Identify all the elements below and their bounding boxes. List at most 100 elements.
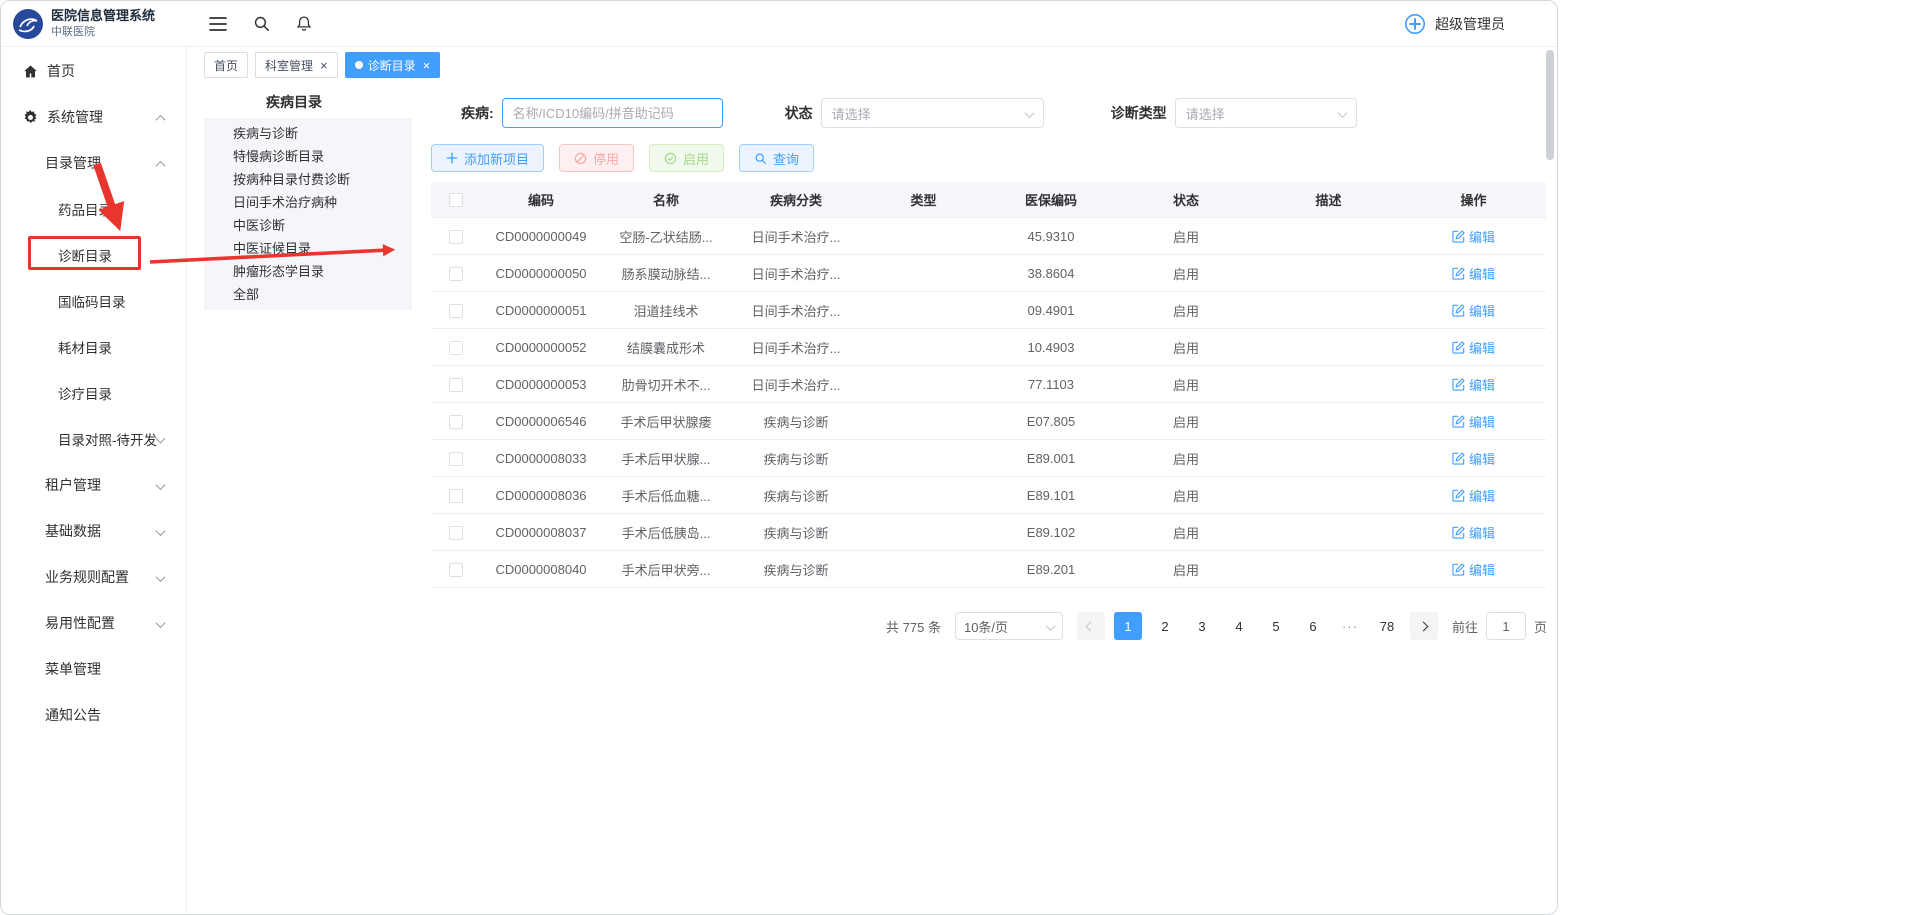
- enable-button[interactable]: 启用: [649, 144, 724, 172]
- disable-button[interactable]: 停用: [559, 144, 634, 172]
- page-number[interactable]: ···: [1336, 612, 1364, 640]
- query-button[interactable]: 查询: [739, 144, 814, 172]
- row-checkbox[interactable]: [449, 378, 463, 392]
- search-icon[interactable]: [253, 15, 270, 32]
- view-tab[interactable]: 诊断目录 ×: [345, 52, 441, 78]
- page-number[interactable]: 5: [1262, 612, 1290, 640]
- table-row: CD0000008033 手术后甲状腺... 疾病与诊断 E89.001 启用: [431, 440, 1546, 477]
- sidebar-item[interactable]: 诊疗目录: [1, 370, 186, 416]
- cell-name: 空肠-乙状结肠...: [601, 227, 731, 246]
- sidebar-item[interactable]: 国临码目录: [1, 278, 186, 324]
- disease-search-input[interactable]: [502, 98, 723, 128]
- row-checkbox[interactable]: [449, 230, 463, 244]
- page-size-select[interactable]: 10条/页: [955, 612, 1063, 640]
- sidebar-item[interactable]: 基础数据: [1, 508, 186, 554]
- sidebar-item[interactable]: 目录对照-待开发: [1, 416, 186, 462]
- catalog-list-item[interactable]: 中医诊断: [204, 214, 412, 237]
- row-checkbox[interactable]: [449, 489, 463, 503]
- diagnosis-type-select[interactable]: 请选择: [1175, 98, 1357, 128]
- sidebar-item[interactable]: 诊断目录: [1, 232, 186, 278]
- catalog-list-item[interactable]: 疾病与诊断: [204, 122, 412, 145]
- edit-label: 编辑: [1469, 449, 1495, 468]
- close-icon[interactable]: ×: [320, 59, 328, 72]
- sidebar-item[interactable]: 菜单管理: [1, 646, 186, 692]
- catalog-list-item[interactable]: 日间手术治疗病种: [204, 191, 412, 214]
- sidebar-item[interactable]: 首页: [1, 48, 186, 94]
- bell-icon[interactable]: [296, 15, 312, 32]
- prev-page-button[interactable]: [1077, 612, 1105, 640]
- edit-button[interactable]: 编辑: [1452, 560, 1495, 579]
- sidebar-item[interactable]: 租户管理: [1, 462, 186, 508]
- edit-button[interactable]: 编辑: [1452, 523, 1495, 542]
- cell-name: 肠系膜动脉结...: [601, 264, 731, 283]
- page-number[interactable]: 6: [1299, 612, 1327, 640]
- sidebar-item[interactable]: 系统管理: [1, 94, 186, 140]
- catalog-list-item[interactable]: 肿瘤形态学目录: [204, 260, 412, 283]
- sidebar-item[interactable]: 耗材目录: [1, 324, 186, 370]
- col-header-status: 状态: [1116, 190, 1256, 209]
- edit-icon: [1452, 415, 1465, 428]
- page-number[interactable]: 2: [1151, 612, 1179, 640]
- disease-filter-label: 疾病:: [461, 103, 494, 123]
- plus-icon: [446, 152, 458, 164]
- sidebar-menu: 首页 系统管理 目录管理: [1, 47, 187, 914]
- catalog-list-item[interactable]: 全部: [204, 283, 412, 306]
- user-area[interactable]: 超级管理员: [1404, 13, 1557, 35]
- row-checkbox[interactable]: [449, 341, 463, 355]
- catalog-list-item[interactable]: 特慢病诊断目录: [204, 145, 412, 168]
- top-bar: 医院信息管理系统 中联医院 超级管理员: [1, 1, 1557, 47]
- page-number[interactable]: 78: [1373, 612, 1401, 640]
- diagnosis-type-filter-label: 诊断类型: [1111, 103, 1167, 123]
- cell-category: 日间手术治疗...: [731, 375, 861, 394]
- sidebar-item[interactable]: 药品目录: [1, 186, 186, 232]
- edit-icon: [1452, 489, 1465, 502]
- row-checkbox[interactable]: [449, 267, 463, 281]
- row-checkbox[interactable]: [449, 452, 463, 466]
- sidebar-item[interactable]: 目录管理: [1, 140, 186, 186]
- col-header-category: 疾病分类: [731, 190, 861, 209]
- status-select[interactable]: 请选择: [821, 98, 1044, 128]
- sidebar-item[interactable]: 易用性配置: [1, 600, 186, 646]
- diagnosis-work-panel: 疾病: 状态 请选择 诊断类型 请选择: [431, 92, 1557, 642]
- chevron-down-icon: [1339, 106, 1346, 121]
- sidebar-item[interactable]: 业务规则配置: [1, 554, 186, 600]
- edit-label: 编辑: [1469, 227, 1495, 246]
- edit-button[interactable]: 编辑: [1452, 301, 1495, 320]
- edit-button[interactable]: 编辑: [1452, 227, 1495, 246]
- cell-name: 手术后低胰岛...: [601, 523, 731, 542]
- edit-button[interactable]: 编辑: [1452, 338, 1495, 357]
- edit-label: 编辑: [1469, 560, 1495, 579]
- goto-page-input[interactable]: [1486, 612, 1526, 640]
- next-page-button[interactable]: [1410, 612, 1438, 640]
- edit-icon: [1452, 378, 1465, 391]
- chevron-down-icon: [156, 526, 166, 536]
- row-checkbox[interactable]: [449, 304, 463, 318]
- edit-button[interactable]: 编辑: [1452, 449, 1495, 468]
- scrollbar-thumb[interactable]: [1546, 50, 1554, 160]
- edit-button[interactable]: 编辑: [1452, 264, 1495, 283]
- page-number[interactable]: 4: [1225, 612, 1253, 640]
- menu-collapse-icon[interactable]: [209, 17, 227, 31]
- cell-category: 日间手术治疗...: [731, 338, 861, 357]
- view-tab[interactable]: 首页: [204, 52, 248, 78]
- close-icon[interactable]: ×: [423, 59, 431, 72]
- diagnosis-type-select-value: 请选择: [1186, 104, 1225, 123]
- sidebar-item[interactable]: 通知公告: [1, 692, 186, 738]
- top-icons: [209, 15, 312, 32]
- row-checkbox[interactable]: [449, 526, 463, 540]
- select-all-checkbox[interactable]: [449, 193, 463, 207]
- page-number[interactable]: 1: [1114, 612, 1142, 640]
- view-tab[interactable]: 科室管理 ×: [255, 52, 338, 78]
- add-item-button[interactable]: 添加新项目: [431, 144, 544, 172]
- catalog-list-item[interactable]: 按病种目录付费诊断: [204, 168, 412, 191]
- row-checkbox[interactable]: [449, 563, 463, 577]
- row-checkbox[interactable]: [449, 415, 463, 429]
- content-area: 疾病目录 疾病与诊断 特慢病诊断目录 按病种目录付费诊断 日间手术治疗病种 中医…: [187, 78, 1557, 642]
- edit-button[interactable]: 编辑: [1452, 412, 1495, 431]
- table-row: CD0000008040 手术后甲状旁... 疾病与诊断 E89.201 启用: [431, 551, 1546, 588]
- pagination-pages: 1 2 3 4 5 6: [1114, 612, 1401, 640]
- edit-button[interactable]: 编辑: [1452, 486, 1495, 505]
- catalog-list-item[interactable]: 中医证候目录: [204, 237, 412, 260]
- edit-button[interactable]: 编辑: [1452, 375, 1495, 394]
- page-number[interactable]: 3: [1188, 612, 1216, 640]
